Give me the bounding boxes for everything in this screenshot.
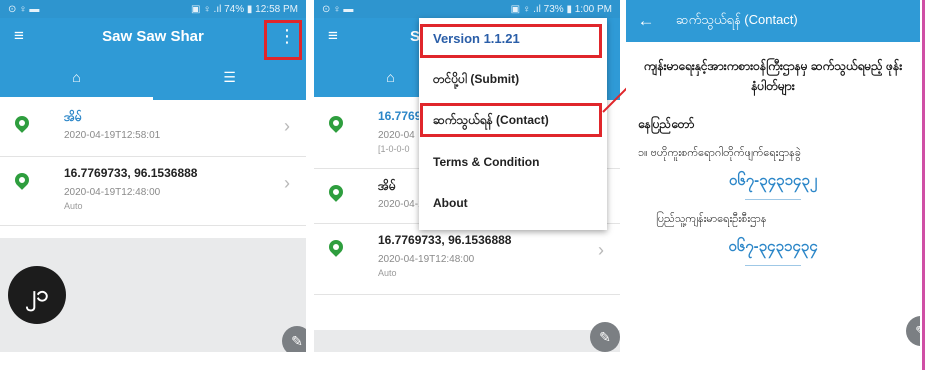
- divider: [745, 199, 801, 200]
- department-label: ၁။ ဗဟိုကူးစက်ရောဂါတိုက်ဖျက်ရေးဌာနခွဲ: [638, 147, 801, 159]
- list-item[interactable]: 16.7769733, 96.1536888 2020-04-19T12:48:…: [0, 157, 306, 226]
- menu-item-submit[interactable]: တင်ပို့ပါ (Submit): [419, 59, 607, 100]
- location-list: အိမ် 2020-04-19T12:58:01 › 16.7769733, 9…: [0, 100, 306, 238]
- item-timestamp: 2020-04-19T12:58:01: [64, 130, 161, 141]
- item-title: အိမ်: [64, 110, 82, 124]
- edit-fab-icon[interactable]: ✎: [906, 316, 920, 346]
- department-label: ပြည်သူ့ကျန်းမာရေးဦးစီးဌာန: [656, 213, 767, 225]
- phone-number[interactable]: ၀၆၇-၃၄၃၁၄၃၂: [638, 171, 908, 193]
- list-icon: ☰: [223, 68, 236, 85]
- item-mode: Auto: [378, 268, 397, 278]
- contact-title: ဆက်သွယ်ရန် (Contact): [676, 11, 798, 27]
- contact-header: ← ဆက်သွယ်ရန် (Contact): [626, 0, 920, 42]
- logo-badge: ၂၁: [8, 266, 66, 324]
- menu-item-terms[interactable]: Terms & Condition: [419, 141, 607, 182]
- list-item[interactable]: အိမ် 2020-04-19T12:58:01 ›: [0, 100, 306, 157]
- location-pin-icon: [326, 113, 346, 133]
- contact-body: ကျန်းမာရေးနှင့်အားကစားဝန်ကြီးဌာနမှ ဆက်သွ…: [626, 42, 920, 274]
- divider: [745, 265, 801, 266]
- phone-number[interactable]: ၀၆၇-၃၄၃၁၄၃၄: [638, 237, 908, 259]
- item-title: အိမ်: [378, 179, 396, 193]
- highlight-contact: [420, 103, 602, 137]
- item-title: 16.7769733, 96.1536888: [64, 166, 198, 180]
- location-pin-icon: [326, 237, 346, 257]
- tab-home[interactable]: ⌂: [0, 54, 153, 100]
- item-title: 16.7769733, 96.1536888: [378, 233, 512, 247]
- hamburger-menu-icon[interactable]: ≡: [14, 27, 24, 44]
- section-heading: နေပြည်တော်: [638, 117, 695, 131]
- app-bar: ≡ Saw Saw Shar ⋮: [0, 18, 306, 54]
- chevron-right-icon: ›: [598, 240, 604, 260]
- page-edge-rule: [922, 0, 925, 370]
- status-right: ▣ ♀ .ıl 73% ▮ 1:00 PM: [510, 3, 612, 15]
- status-left: ⊙ ♀ ▬: [8, 3, 40, 15]
- location-pin-icon: [326, 182, 346, 202]
- item-title: 16.7769: [378, 109, 422, 123]
- tab-bar: ⌂ ☰: [0, 54, 306, 100]
- menu-item-about[interactable]: About: [419, 182, 607, 223]
- item-mode: [1-0-0-0: [378, 144, 410, 154]
- list-item[interactable]: 16.7769733, 96.1536888 2020-04-19T12:48:…: [314, 224, 620, 295]
- contact-intro: ကျန်းမာရေးနှင့်အားကစားဝန်ကြီးဌာနမှ ဆက်သွ…: [643, 59, 903, 93]
- item-timestamp: 2020-04-19T12:48:00: [64, 187, 161, 198]
- app-title: Saw Saw Shar: [102, 27, 204, 45]
- status-left: ⊙ ♀ ▬: [322, 3, 354, 15]
- status-bar: ⊙ ♀ ▬ ▣ ♀ .ıl 73% ▮ 1:00 PM: [314, 0, 620, 18]
- item-timestamp: 2020-04-19T12:48:00: [378, 254, 475, 265]
- location-pin-icon: [12, 113, 32, 133]
- screen-contact: ← ဆက်သွယ်ရန် (Contact) ကျန်းမာရေးနှင့်အာ…: [626, 0, 920, 352]
- chevron-right-icon: ›: [284, 116, 290, 136]
- edit-fab-icon[interactable]: ✎: [590, 322, 620, 352]
- location-pin-icon: [12, 170, 32, 190]
- highlight-overflow-menu: [264, 20, 302, 60]
- chevron-right-icon: ›: [284, 173, 290, 193]
- edit-fab-icon[interactable]: ✎: [282, 326, 306, 352]
- home-icon: ⌂: [72, 69, 81, 85]
- highlight-version: [420, 24, 602, 58]
- back-arrow-icon[interactable]: ←: [626, 11, 666, 31]
- screen-home: ⊙ ♀ ▬ ▣ ♀ .ıl 74% ▮ 12:58 PM ≡ Saw Saw S…: [0, 0, 306, 352]
- status-bar: ⊙ ♀ ▬ ▣ ♀ .ıl 74% ▮ 12:58 PM: [0, 0, 306, 18]
- status-right: ▣ ♀ .ıl 74% ▮ 12:58 PM: [191, 3, 298, 15]
- tab-list[interactable]: ☰: [153, 54, 306, 100]
- hamburger-menu-icon[interactable]: ≡: [328, 27, 338, 44]
- home-icon: ⌂: [386, 69, 395, 85]
- item-mode: Auto: [64, 201, 83, 211]
- item-timestamp: 2020-04: [378, 130, 415, 141]
